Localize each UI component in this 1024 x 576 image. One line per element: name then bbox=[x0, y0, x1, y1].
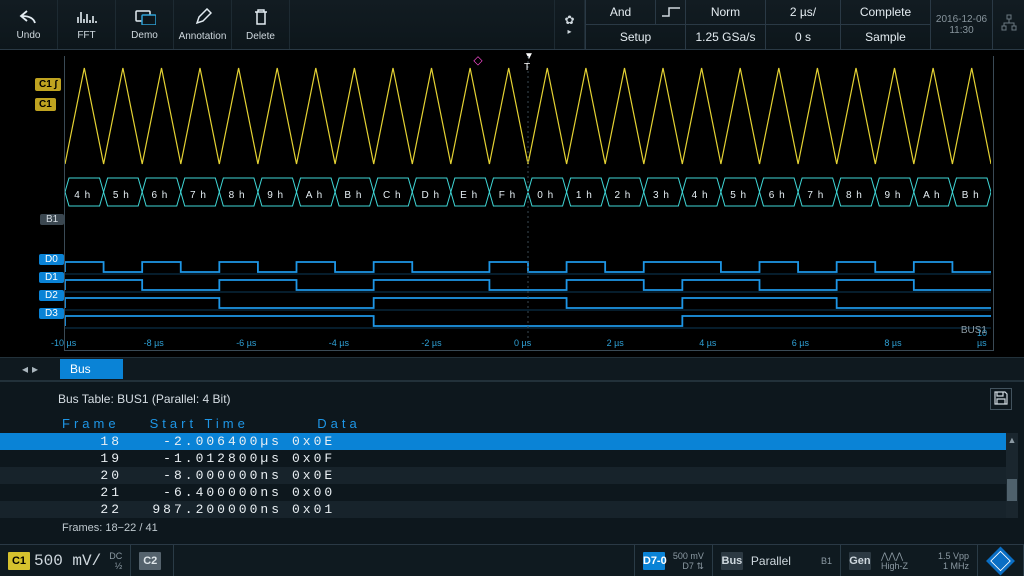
bus-protocol: Parallel bbox=[751, 554, 791, 568]
trigger-edge-field[interactable] bbox=[655, 0, 685, 25]
top-toolbar: Undo FFT Demo Annotation Delete ✿▸ And No… bbox=[0, 0, 1024, 50]
trigger-mode-field[interactable]: And bbox=[585, 0, 655, 25]
floppy-icon bbox=[994, 391, 1008, 408]
acquisition-info: And Norm2 µs/Complete Setup1.25 GSa/s0 sSa… bbox=[585, 0, 930, 49]
toolbar-buttons: Undo FFT Demo Annotation Delete bbox=[0, 0, 290, 49]
bus-config[interactable]: Bus Parallel B1 bbox=[713, 545, 841, 576]
gen-shape-icon: ⋀⋀⋀ bbox=[881, 551, 903, 561]
table-status: Frames: 18−22 / 41 bbox=[0, 518, 1024, 538]
bottom-bar: C1 500 mV/ DC ½ C2 D7-0 500 mV D7 ⇅ Bus … bbox=[0, 544, 1024, 576]
network-status[interactable] bbox=[992, 0, 1024, 49]
bus-identifier-label: BUS1 bbox=[961, 325, 987, 336]
brand-logo bbox=[978, 545, 1024, 576]
setup-field[interactable]: Setup bbox=[585, 25, 685, 50]
panel-tab-row: ◂ ▸ Bus bbox=[0, 357, 1024, 381]
annotation-button[interactable]: Annotation bbox=[174, 0, 232, 49]
d-offset: D7 bbox=[682, 561, 694, 571]
c2-badge: C2 bbox=[139, 552, 161, 570]
bus-id: B1 bbox=[821, 556, 832, 566]
channel-c2-config[interactable]: C2 bbox=[131, 545, 174, 576]
gen-badge: Gen bbox=[849, 552, 871, 570]
scroll-thumb[interactable] bbox=[1007, 479, 1017, 501]
fft-label: FFT bbox=[77, 30, 95, 41]
channel-c1-config[interactable]: C1 500 mV/ DC ½ bbox=[0, 545, 131, 576]
fft-button[interactable]: FFT bbox=[58, 0, 116, 49]
table-body: 18-2.006400µs0x0E19-1.012800µs0x0F20-8.0… bbox=[0, 433, 1006, 518]
demo-label: Demo bbox=[131, 30, 158, 41]
bottom-spacer bbox=[174, 545, 635, 576]
d-scale: 500 mV bbox=[673, 551, 704, 561]
generator-config[interactable]: Gen ⋀⋀⋀ High-Z 1.5 Vpp 1 MHz bbox=[841, 545, 978, 576]
table-row[interactable]: 19-1.012800µs0x0F bbox=[0, 450, 1006, 467]
network-icon bbox=[1000, 14, 1018, 35]
col-start: Start Time bbox=[150, 416, 310, 431]
datetime-display: 2016-12-06 11:30 bbox=[930, 0, 992, 49]
annotation-label: Annotation bbox=[179, 31, 227, 42]
chevron-left-icon: ◂ bbox=[22, 362, 28, 376]
digital-d0-label[interactable]: D0 bbox=[39, 254, 64, 265]
panel-scroll-arrows[interactable]: ◂ ▸ bbox=[0, 362, 60, 376]
table-row[interactable]: 18-2.006400µs0x0E bbox=[0, 433, 1006, 450]
demo-button[interactable]: Demo bbox=[116, 0, 174, 49]
col-frame: Frame bbox=[62, 416, 142, 431]
scroll-up-icon: ▲ bbox=[1008, 433, 1017, 445]
save-button[interactable] bbox=[990, 388, 1012, 410]
waveform-svg bbox=[65, 56, 991, 351]
table-row[interactable]: 22987.200000ns0x01 bbox=[0, 501, 1006, 518]
digital-d1-label[interactable]: D1 bbox=[39, 272, 64, 283]
fft-icon bbox=[76, 9, 98, 28]
bus-b1-label[interactable]: B1 bbox=[40, 214, 64, 225]
channel-c1-label[interactable]: C1 bbox=[35, 98, 56, 111]
timebase-field[interactable]: 2 µs/ bbox=[765, 0, 840, 25]
rising-edge-icon bbox=[661, 6, 681, 18]
undo-button[interactable]: Undo bbox=[0, 0, 58, 49]
table-row[interactable]: 21-6.400000ns0x00 bbox=[0, 484, 1006, 501]
gen-impedance: High-Z bbox=[881, 561, 908, 571]
offset-field[interactable]: 0 s bbox=[765, 25, 840, 50]
trash-icon bbox=[253, 8, 269, 29]
table-row[interactable]: 20-8.000000ns0x0E bbox=[0, 467, 1006, 484]
sample-rate-field[interactable]: 1.25 GSa/s bbox=[685, 25, 765, 50]
c1-badge: C1 bbox=[8, 552, 30, 570]
c1-coupling: DC bbox=[109, 551, 122, 561]
c1-scale: 500 mV/ bbox=[34, 552, 101, 570]
diamond-logo-icon bbox=[986, 544, 1015, 576]
digital-d3-label[interactable]: D3 bbox=[39, 308, 64, 319]
col-data: Data bbox=[317, 416, 360, 431]
pencil-icon bbox=[194, 8, 212, 29]
gen-amplitude: 1.5 Vpp bbox=[938, 551, 969, 561]
table-column-header: Frame Start Time Data bbox=[0, 414, 1024, 433]
channel-c1-math-label[interactable]: C1 ∫ bbox=[35, 78, 61, 91]
waveform-display[interactable]: C1 ∫ C1 B1 D0 D1 D2 D3 ▼T ◇ 4 h5 h6 h7 h… bbox=[64, 56, 994, 351]
demo-icon bbox=[134, 9, 156, 28]
bus-tab[interactable]: Bus bbox=[60, 359, 123, 379]
sample-mode-field[interactable]: Sample bbox=[840, 25, 930, 50]
c1-mode: ½ bbox=[115, 561, 123, 571]
gen-frequency: 1 MHz bbox=[943, 561, 969, 571]
gear-icon: ✿▸ bbox=[564, 13, 574, 36]
date-text: 2016-12-06 bbox=[936, 14, 987, 25]
table-scrollbar[interactable]: ▲ bbox=[1006, 433, 1018, 518]
bus-badge: Bus bbox=[721, 552, 743, 570]
delete-label: Delete bbox=[246, 31, 275, 42]
time-text: 11:30 bbox=[949, 25, 973, 36]
undo-icon bbox=[19, 9, 39, 28]
bus-table-panel: Bus Table: BUS1 (Parallel: 4 Bit) Frame … bbox=[0, 381, 1024, 544]
settings-button[interactable]: ✿▸ bbox=[555, 0, 585, 49]
toolbar-spacer bbox=[290, 0, 555, 49]
d70-badge: D7-0 bbox=[643, 552, 665, 570]
delete-button[interactable]: Delete bbox=[232, 0, 290, 49]
status-complete-field[interactable]: Complete bbox=[840, 0, 930, 25]
digital-d2-label[interactable]: D2 bbox=[39, 290, 64, 301]
bus-table-title: Bus Table: BUS1 (Parallel: 4 Bit) bbox=[58, 392, 231, 406]
trigger-norm-field[interactable]: Norm bbox=[685, 0, 765, 25]
undo-label: Undo bbox=[17, 30, 41, 41]
digital-config[interactable]: D7-0 500 mV D7 ⇅ bbox=[635, 545, 713, 576]
chevron-right-icon: ▸ bbox=[32, 362, 38, 376]
